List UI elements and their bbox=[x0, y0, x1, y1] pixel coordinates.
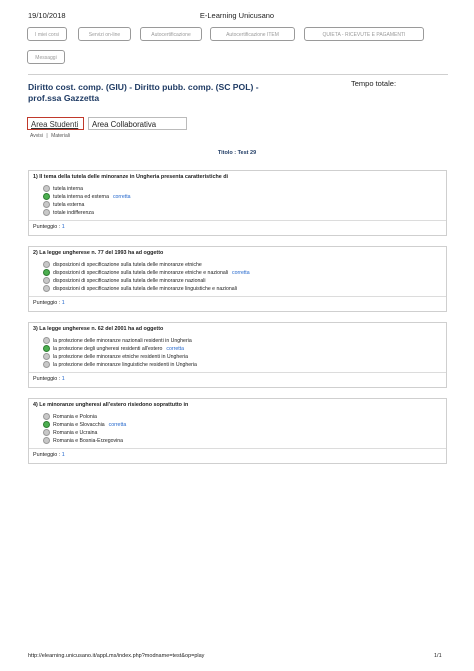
nav-button-autocertificazione-item[interactable]: Autocertificazione ITEM bbox=[210, 27, 295, 41]
tempo-totale: Tempo totale: bbox=[351, 79, 397, 88]
question-text: 1) Il tema della tutela delle minoranze … bbox=[33, 174, 229, 180]
correct-label: corretta bbox=[108, 421, 127, 428]
answer-option[interactable]: tutela interna bbox=[43, 184, 83, 192]
radio-icon[interactable] bbox=[43, 260, 50, 268]
radio-selected-icon[interactable] bbox=[43, 344, 50, 352]
radio-selected-icon[interactable] bbox=[43, 268, 50, 276]
link-materiali[interactable]: Materiali bbox=[51, 133, 70, 139]
radio-icon[interactable] bbox=[43, 276, 50, 284]
print-title: E-Learning Unicusano bbox=[199, 11, 275, 20]
correct-label: corretta bbox=[232, 269, 250, 276]
answer-option[interactable]: disposizioni di specificazione sulla tut… bbox=[43, 284, 237, 292]
footer-url: http://elearning.unicusano.it/appLms/ind… bbox=[28, 653, 205, 659]
answer-option[interactable]: la protezione delle minoranze etniche re… bbox=[43, 352, 188, 360]
radio-icon[interactable] bbox=[43, 360, 50, 368]
tab-area-collaborativa[interactable]: Area Collaborativa bbox=[88, 117, 187, 130]
nav-button-autocertificazione[interactable]: Autocertificazione bbox=[140, 27, 202, 41]
score-value: 1 bbox=[61, 224, 65, 230]
divider-top bbox=[28, 74, 448, 75]
answer-option[interactable]: disposizioni di specificazione sulla tut… bbox=[43, 268, 250, 276]
answer-option[interactable]: Romania e Polonia bbox=[43, 412, 97, 420]
answer-option[interactable]: Romania e Bosnia-Erzegovina bbox=[43, 436, 123, 444]
question-box-1: 1) Il tema della tutela delle minoranze … bbox=[28, 170, 447, 236]
subnav-separator: | bbox=[46, 133, 48, 139]
answer-option[interactable]: Romania e Ucraina bbox=[43, 428, 97, 436]
radio-selected-icon[interactable] bbox=[43, 420, 50, 428]
answer-option[interactable]: la protezione delle minoranze linguistic… bbox=[43, 360, 197, 368]
score-value: 1 bbox=[61, 300, 65, 306]
radio-icon[interactable] bbox=[43, 436, 50, 444]
score-row: Punteggio : 1 bbox=[33, 300, 65, 306]
course-title: Diritto cost. comp. (GIU) - Diritto pubb… bbox=[28, 82, 288, 104]
radio-icon[interactable] bbox=[43, 352, 50, 360]
question-separator bbox=[29, 448, 446, 449]
nav-button-miei-corsi[interactable]: I miei corsi bbox=[27, 27, 67, 41]
question-box-4: 4) Le minoranze ungheresi all'estero ris… bbox=[28, 398, 447, 464]
question-box-2: 2) La legge ungherese n. 77 del 1993 ha … bbox=[28, 246, 447, 312]
answer-option[interactable]: la protezione delle minoranze nazionali … bbox=[43, 336, 192, 344]
score-row: Punteggio : 1 bbox=[33, 376, 65, 382]
question-box-3: 3) La legge ungherese n. 62 del 2001 ha … bbox=[28, 322, 447, 388]
test-title: Titolo : Test 29 bbox=[217, 150, 257, 156]
question-text: 2) La legge ungherese n. 77 del 1993 ha … bbox=[33, 250, 164, 256]
tab-area-studenti[interactable]: Area Studenti bbox=[27, 117, 84, 130]
score-row: Punteggio : 1 bbox=[33, 452, 65, 458]
footer-page-number: 1/1 bbox=[434, 653, 442, 659]
radio-icon[interactable] bbox=[43, 336, 50, 344]
radio-icon[interactable] bbox=[43, 200, 50, 208]
answer-option[interactable]: Romania e Slovacchia corretta bbox=[43, 420, 127, 428]
answer-option[interactable]: tutela interna ed esterna corretta bbox=[43, 192, 131, 200]
link-avvisi[interactable]: Avvisi bbox=[30, 133, 43, 139]
answer-option[interactable]: disposizioni di specificazione sulla tut… bbox=[43, 276, 206, 284]
question-separator bbox=[29, 220, 446, 221]
question-separator bbox=[29, 296, 446, 297]
nav-button-ricevute-pagamenti[interactable]: QUIETA - RICEVUTE E PAGAMENTI bbox=[304, 27, 424, 41]
answer-option[interactable]: tutela esterna bbox=[43, 200, 84, 208]
answer-option[interactable]: totale indifferenza bbox=[43, 208, 94, 216]
answer-option[interactable]: disposizioni di specificazione sulla tut… bbox=[43, 260, 202, 268]
course-title-line1: Diritto cost. comp. (GIU) - Diritto pubb… bbox=[28, 82, 259, 92]
score-value: 1 bbox=[61, 452, 65, 458]
score-row: Punteggio : 1 bbox=[33, 224, 65, 230]
question-text: 4) Le minoranze ungheresi all'estero ris… bbox=[33, 402, 189, 408]
correct-label: corretta bbox=[112, 193, 131, 200]
sub-navigation: Avvisi | Materiali bbox=[30, 133, 72, 139]
radio-icon[interactable] bbox=[43, 284, 50, 292]
score-value: 1 bbox=[61, 376, 65, 382]
correct-label: corretta bbox=[166, 345, 185, 352]
nav-button-messaggi[interactable]: Messaggi bbox=[27, 50, 65, 64]
radio-icon[interactable] bbox=[43, 428, 50, 436]
answer-option[interactable]: la protezione degli ungheresi residenti … bbox=[43, 344, 185, 352]
question-separator bbox=[29, 372, 446, 373]
question-text: 3) La legge ungherese n. 62 del 2001 ha … bbox=[33, 326, 164, 332]
radio-icon[interactable] bbox=[43, 208, 50, 216]
radio-icon[interactable] bbox=[43, 412, 50, 420]
radio-selected-icon[interactable] bbox=[43, 192, 50, 200]
radio-icon[interactable] bbox=[43, 184, 50, 192]
nav-button-servizi-online[interactable]: Servizi on-line bbox=[78, 27, 131, 41]
course-title-line2: prof.ssa Gazzetta bbox=[28, 93, 100, 103]
